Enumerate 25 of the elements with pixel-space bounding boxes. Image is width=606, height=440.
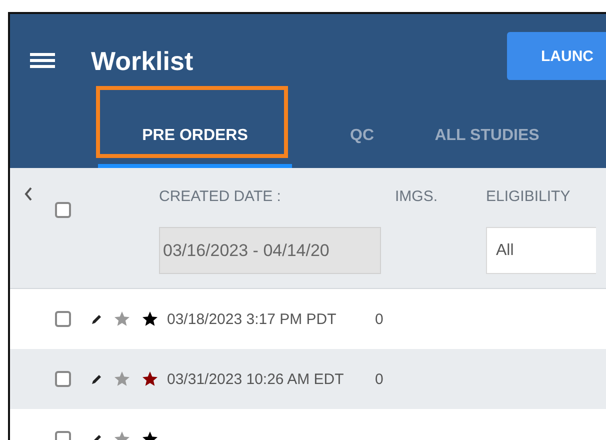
menu-icon[interactable] <box>30 53 55 69</box>
column-header: CREATED DATE : <box>159 188 281 205</box>
created-date-cell-text: 03/18/2023 3:17 PM PDT <box>167 310 338 328</box>
launch-button[interactable]: LAUNC <box>507 32 606 80</box>
checkbox[interactable] <box>55 202 71 218</box>
column-header: IMGS. <box>395 188 438 205</box>
table-row[interactable]: 03/31/2023 10:26 AM EDT 0 <box>10 349 606 409</box>
pencil-icon[interactable] <box>91 313 103 325</box>
star-icon[interactable] <box>141 310 159 328</box>
checkbox[interactable] <box>55 371 71 387</box>
chevron-left-icon[interactable] <box>24 186 33 202</box>
eligibility-select[interactable]: All <box>486 227 596 274</box>
tab[interactable]: ALL STUDIES <box>412 108 562 168</box>
column-header: ELIGIBILITY <box>486 188 570 205</box>
date-range-field[interactable]: 03/16/2023 - 04/14/20 <box>159 227 381 274</box>
imgs-cell: 0 <box>375 310 384 328</box>
star-icon[interactable] <box>141 370 159 388</box>
pencil-icon[interactable] <box>91 373 103 385</box>
star-icon[interactable] <box>113 370 131 388</box>
imgs-cell: 0 <box>375 370 384 388</box>
checkbox[interactable] <box>55 311 71 327</box>
page-title: Worklist <box>91 46 194 76</box>
created-date-cell-text: 03/31/2023 10:26 AM EDT <box>167 370 345 388</box>
star-icon[interactable] <box>113 310 131 328</box>
tab[interactable]: QC <box>312 108 412 168</box>
